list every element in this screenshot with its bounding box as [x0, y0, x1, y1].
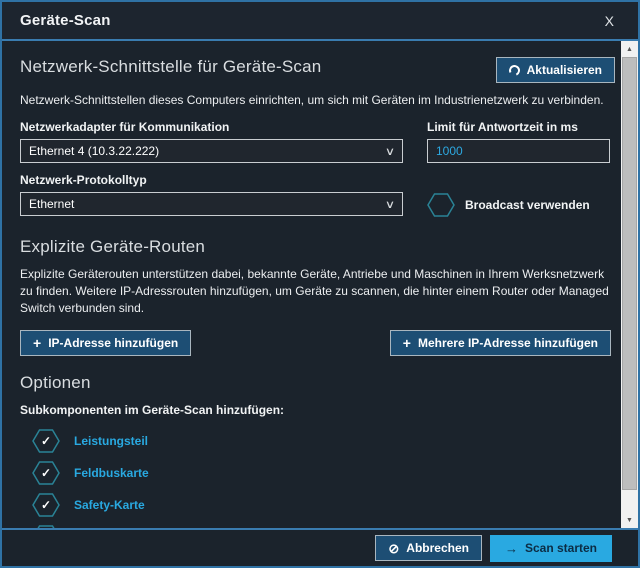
options-section-heading: Optionen [20, 373, 615, 393]
scroll-down-icon[interactable]: ▼ [621, 512, 638, 528]
cancel-button-label: Abbrechen [406, 541, 469, 555]
broadcast-label: Broadcast verwenden [465, 198, 590, 212]
network-section-heading: Netzwerk-Schnittstelle für Geräte-Scan [20, 57, 321, 77]
scan-start-button[interactable]: → Scan starten [490, 535, 612, 562]
list-item-feldbuskarte: ✓ Feldbuskarte [32, 461, 615, 485]
routes-section-heading: Explizite Geräte-Routen [20, 237, 615, 257]
network-section-header: Netzwerk-Schnittstelle für Geräte-Scan A… [20, 57, 615, 83]
subcomponent-label[interactable]: Safety-Karte [74, 498, 145, 512]
subcomponents-list: ✓ Leistungsteil ✓ Feldbuskarte ✓ [32, 429, 615, 528]
protocol-broadcast-row: Netzwerk-Protokolltyp Ethernet ∨ Broadca… [20, 173, 615, 217]
subcomponent-label[interactable]: Leistungsteil [74, 434, 148, 448]
cancel-icon: ⊘ [388, 542, 399, 555]
adapter-label: Netzwerkadapter für Kommunikation [20, 120, 403, 134]
check-icon: ✓ [32, 429, 60, 453]
dialog-content: Netzwerk-Schnittstelle für Geräte-Scan A… [2, 41, 638, 528]
hexagon-icon [427, 193, 455, 217]
titlebar: Geräte-Scan X [2, 2, 638, 41]
add-ip-button[interactable]: + IP-Adresse hinzufügen [20, 330, 191, 356]
adapter-timeout-row: Netzwerkadapter für Kommunikation Ethern… [20, 120, 615, 163]
refresh-button-label: Aktualisieren [527, 63, 602, 77]
adapter-select[interactable]: Ethernet 4 (10.3.22.222) ∨ [20, 139, 403, 163]
plus-icon: + [33, 336, 41, 350]
subcomponent-label[interactable]: Feldbuskarte [74, 466, 149, 480]
geraete-scan-dialog: Geräte-Scan X Netzwerk-Schnittstelle für… [0, 0, 640, 568]
add-multiple-ip-button-label: Mehrere IP-Adresse hinzufügen [418, 336, 598, 350]
scroll-area: Netzwerk-Schnittstelle für Geräte-Scan A… [2, 41, 621, 528]
scrollbar-thumb[interactable] [622, 57, 637, 490]
timeout-input-value: 1000 [436, 144, 463, 158]
scrollbar[interactable]: ▲ ▼ [621, 41, 638, 528]
dialog-footer: ⊘ Abbrechen → Scan starten [2, 528, 638, 566]
check-icon: ✓ [32, 461, 60, 485]
checkbox-leistungsteil[interactable]: ✓ [32, 429, 60, 453]
routes-buttons-row: + IP-Adresse hinzufügen + Mehrere IP-Adr… [20, 330, 615, 356]
checkbox-safety-karte[interactable]: ✓ [32, 493, 60, 517]
protocol-label: Netzwerk-Protokolltyp [20, 173, 403, 187]
checkbox-sensorboard[interactable]: ✓ [32, 525, 60, 528]
protocol-select[interactable]: Ethernet ∨ [20, 192, 403, 216]
cancel-button[interactable]: ⊘ Abbrechen [375, 535, 482, 561]
adapter-select-value: Ethernet 4 (10.3.22.222) [29, 144, 159, 158]
checkbox-feldbuskarte[interactable]: ✓ [32, 461, 60, 485]
arrow-right-icon: → [505, 542, 518, 555]
chevron-down-icon: ∨ [385, 198, 395, 211]
list-item-sensorboard: ✓ Sensorboard [32, 525, 615, 528]
chevron-down-icon: ∨ [385, 145, 395, 158]
refresh-button[interactable]: Aktualisieren [496, 57, 615, 83]
add-multiple-ip-button[interactable]: + Mehrere IP-Adresse hinzufügen [390, 330, 611, 356]
network-section-description: Netzwerk-Schnittstellen dieses Computers… [20, 92, 615, 108]
timeout-label: Limit für Antwortzeit in ms [427, 120, 610, 134]
scan-start-button-label: Scan starten [525, 541, 597, 555]
broadcast-checkbox[interactable] [427, 193, 455, 217]
options-subheading: Subkomponenten im Geräte-Scan hinzufügen… [20, 403, 615, 417]
list-item-leistungsteil: ✓ Leistungsteil [32, 429, 615, 453]
scroll-up-icon[interactable]: ▲ [621, 41, 638, 57]
refresh-icon [507, 63, 521, 77]
dialog-title: Geräte-Scan [20, 12, 111, 29]
close-icon[interactable]: X [599, 11, 620, 31]
add-ip-button-label: IP-Adresse hinzufügen [48, 336, 178, 350]
timeout-input[interactable]: 1000 [427, 139, 610, 163]
plus-icon: + [403, 336, 411, 350]
protocol-select-value: Ethernet [29, 197, 74, 211]
check-icon: ✓ [32, 525, 60, 528]
list-item-safety-karte: ✓ Safety-Karte [32, 493, 615, 517]
routes-section-description: Explizite Geräterouten unterstützen dabe… [20, 266, 615, 317]
check-icon: ✓ [32, 493, 60, 517]
